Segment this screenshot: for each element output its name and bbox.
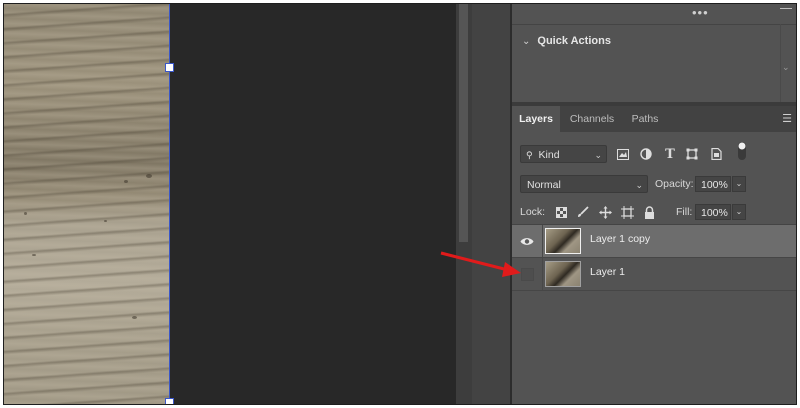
- fill-dropdown-icon[interactable]: ⌄: [732, 204, 746, 220]
- divider: [542, 225, 543, 257]
- layer-filter-row: ⚲ Kind ⌄ T: [512, 142, 796, 169]
- opacity-dropdown-icon[interactable]: ⌄: [732, 176, 746, 192]
- layer-row-layer-1[interactable]: Layer 1: [512, 258, 796, 290]
- transform-handle[interactable]: [165, 63, 174, 72]
- tab-channels[interactable]: Channels: [562, 106, 622, 132]
- chevron-down-icon: ⌄: [522, 36, 531, 47]
- document-canvas[interactable]: [4, 4, 456, 404]
- quick-actions-panel: ••• ⌄ Quick Actions ⌄: [512, 4, 796, 102]
- eye-icon: [520, 237, 534, 245]
- chevron-down-icon: ⌄: [594, 150, 602, 160]
- quick-actions-header[interactable]: ⌄ Quick Actions: [522, 35, 611, 47]
- panel-collapse-icon[interactable]: [780, 8, 792, 9]
- adjustment-filter-icon[interactable]: [638, 146, 654, 162]
- divider: [542, 258, 543, 290]
- lock-all-icon[interactable]: [641, 204, 657, 220]
- divider: [512, 24, 796, 25]
- blend-row: Normal ⌄ Opacity: 100% ⌄: [512, 172, 796, 198]
- layer-visibility-toggle[interactable]: [519, 233, 535, 249]
- visibility-off-icon: [520, 267, 534, 281]
- fill-input[interactable]: 100%: [695, 204, 731, 220]
- right-panel-dock: ••• ⌄ Quick Actions ⌄ Layers Channels Pat…: [512, 4, 796, 404]
- scroll-down-icon[interactable]: ⌄: [782, 62, 790, 73]
- divider: [512, 290, 796, 291]
- layers-panel-tabs: Layers Channels Paths ☰: [512, 106, 796, 132]
- lock-artboard-icon[interactable]: [619, 204, 635, 220]
- lock-transparent-pixels-icon[interactable]: [553, 204, 569, 220]
- transform-handle[interactable]: [165, 398, 174, 404]
- lock-row: Lock: Fill: 100% ⌄: [512, 200, 796, 226]
- opacity-label: Opacity:: [655, 178, 694, 190]
- filter-toggle-icon[interactable]: [734, 142, 750, 160]
- type-filter-icon[interactable]: T: [662, 146, 678, 162]
- chevron-down-icon: ⌄: [635, 180, 643, 190]
- layer-visibility-toggle[interactable]: [519, 266, 535, 282]
- layer-name[interactable]: Layer 1: [590, 266, 625, 278]
- canvas-scroll-thumb[interactable]: [459, 4, 468, 242]
- layer-thumbnail[interactable]: [545, 228, 581, 254]
- filter-kind-select[interactable]: ⚲ Kind ⌄: [520, 145, 607, 163]
- pixel-filter-icon[interactable]: [615, 146, 631, 162]
- photoshop-window: ••• ⌄ Quick Actions ⌄ Layers Channels Pat…: [3, 3, 797, 405]
- scrollbar-track: [780, 24, 781, 102]
- lock-image-pixels-icon[interactable]: [575, 204, 591, 220]
- canvas-image: [4, 4, 170, 404]
- quick-actions-title: Quick Actions: [537, 35, 611, 47]
- lock-position-icon[interactable]: [597, 204, 613, 220]
- layer-thumbnail[interactable]: [545, 261, 581, 287]
- lock-label: Lock:: [520, 206, 546, 218]
- fill-label: Fill:: [676, 206, 693, 218]
- panel-menu-icon[interactable]: ☰: [780, 106, 794, 132]
- tab-paths[interactable]: Paths: [624, 106, 666, 132]
- smart-object-filter-icon[interactable]: [708, 146, 724, 162]
- shape-filter-icon[interactable]: [684, 146, 700, 162]
- tab-layers[interactable]: Layers: [512, 106, 560, 132]
- blend-mode-value: Normal: [527, 179, 561, 191]
- opacity-input[interactable]: 100%: [695, 176, 731, 192]
- layer-row-layer-1-copy[interactable]: Layer 1 copy: [512, 225, 796, 257]
- layer-name[interactable]: Layer 1 copy: [590, 233, 650, 245]
- search-icon: ⚲: [526, 150, 533, 160]
- blend-mode-select[interactable]: Normal ⌄: [520, 175, 648, 193]
- panel-more-button[interactable]: •••: [692, 5, 709, 20]
- panel-dock-gutter: [472, 4, 510, 404]
- filter-kind-label: Kind: [538, 149, 560, 161]
